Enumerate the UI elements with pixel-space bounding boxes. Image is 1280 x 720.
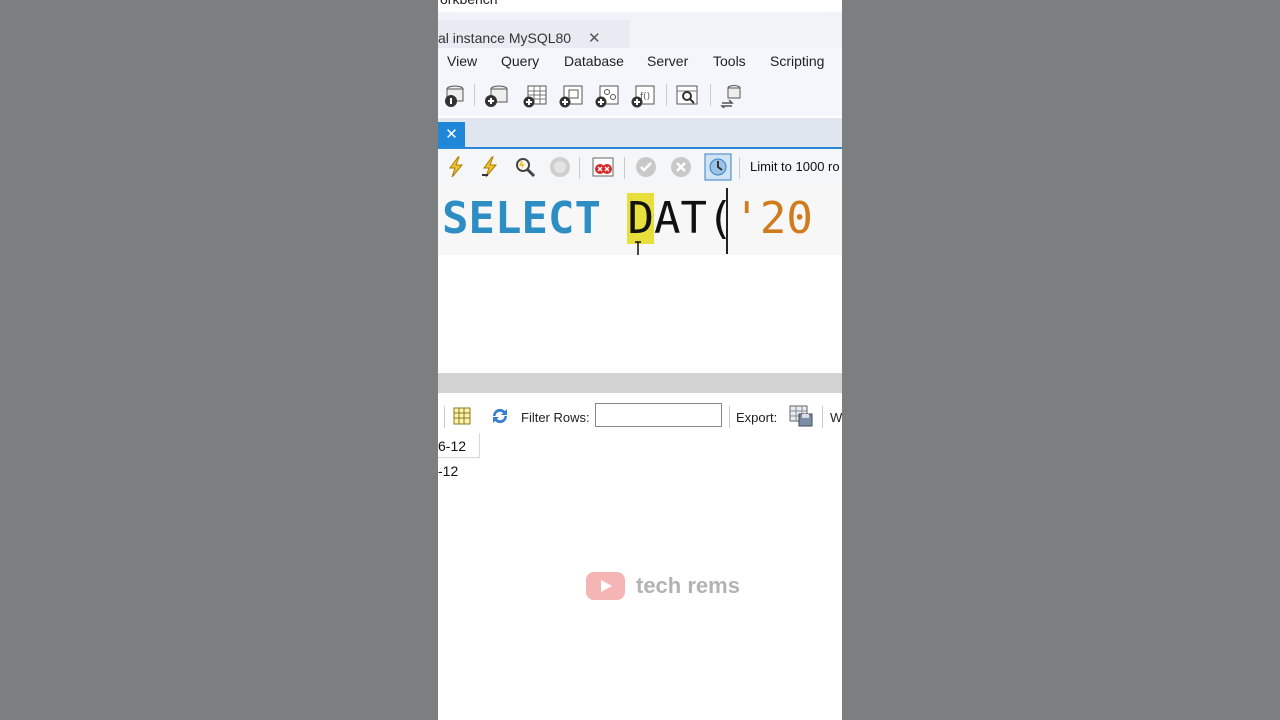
create-schema-icon[interactable] (484, 84, 510, 108)
stop-on-error-icon[interactable] (591, 155, 615, 179)
autocomplete-highlight: D (627, 193, 654, 244)
menu-scripting[interactable]: Scripting (770, 53, 824, 69)
close-sql-tab-icon[interactable]: ✕ (438, 122, 465, 148)
info-db-icon[interactable] (442, 84, 468, 108)
export-icon[interactable] (789, 405, 813, 427)
export-label: Export: (736, 410, 778, 425)
typed-function-text: AT (653, 193, 707, 244)
main-toolbar: f() (438, 76, 842, 116)
limit-rows-select[interactable]: Limit to 1000 ro (750, 159, 840, 174)
editor-toolbar: Limit to 1000 ro (438, 149, 842, 185)
wrap-cell-label: W (830, 410, 842, 425)
close-tab-icon[interactable]: ✕ (588, 29, 601, 47)
filter-rows-label: Filter Rows: (521, 410, 590, 425)
create-procedure-icon[interactable] (594, 84, 620, 108)
sql-keyword: SELECT (442, 193, 601, 244)
execute-icon[interactable] (444, 155, 468, 179)
window-title: orkbench (440, 0, 498, 7)
table-row[interactable]: 6-12 (438, 433, 480, 458)
reconnect-icon[interactable] (719, 84, 745, 108)
menu-server[interactable]: Server (647, 53, 688, 69)
connection-tab-strip: al instance MySQL80 ✕ (438, 12, 842, 56)
menu-tools[interactable]: Tools (713, 53, 746, 69)
result-toolbar: Filter Rows: Export: W (438, 400, 842, 434)
refresh-icon[interactable] (489, 406, 511, 426)
open-paren: ( (706, 193, 734, 244)
search-table-data-icon[interactable] (675, 84, 701, 108)
table-row[interactable]: -12 (438, 458, 479, 482)
rollback-icon[interactable] (669, 155, 693, 179)
result-cell: 6-12 (438, 438, 467, 454)
left-backdrop (0, 0, 438, 720)
create-function-icon[interactable]: f() (630, 84, 656, 108)
explain-icon[interactable] (513, 155, 537, 179)
play-logo-icon (586, 572, 625, 600)
stop-icon[interactable] (548, 155, 572, 179)
grid-view-icon[interactable] (453, 407, 471, 425)
text-caret (726, 188, 728, 254)
right-backdrop (842, 0, 1280, 720)
execute-current-icon[interactable] (478, 155, 502, 179)
panel-splitter[interactable] (438, 373, 842, 393)
result-cell: -12 (438, 463, 459, 479)
autocommit-icon[interactable] (704, 153, 732, 181)
filter-rows-input[interactable] (595, 403, 722, 427)
workbench-window: orkbench al instance MySQL80 ✕ View Quer… (438, 0, 842, 720)
create-table-icon[interactable] (522, 84, 548, 108)
menu-bar: View Query Database Server Tools Scripti… (438, 48, 842, 76)
editor-blank-area[interactable] (438, 255, 842, 373)
title-bar: orkbench (438, 0, 842, 10)
menu-database[interactable]: Database (564, 53, 624, 69)
watermark-text: tech rems (636, 573, 740, 598)
connection-tab-label: al instance MySQL80 (438, 30, 572, 46)
menu-query[interactable]: Query (501, 53, 539, 69)
create-view-icon[interactable] (558, 84, 584, 108)
sql-text: SELECT DAT('20 (442, 191, 813, 247)
commit-icon[interactable] (634, 155, 658, 179)
menu-view[interactable]: View (447, 53, 477, 69)
string-literal: '20 (733, 193, 813, 244)
sql-tab-bar: ✕ (438, 118, 842, 148)
